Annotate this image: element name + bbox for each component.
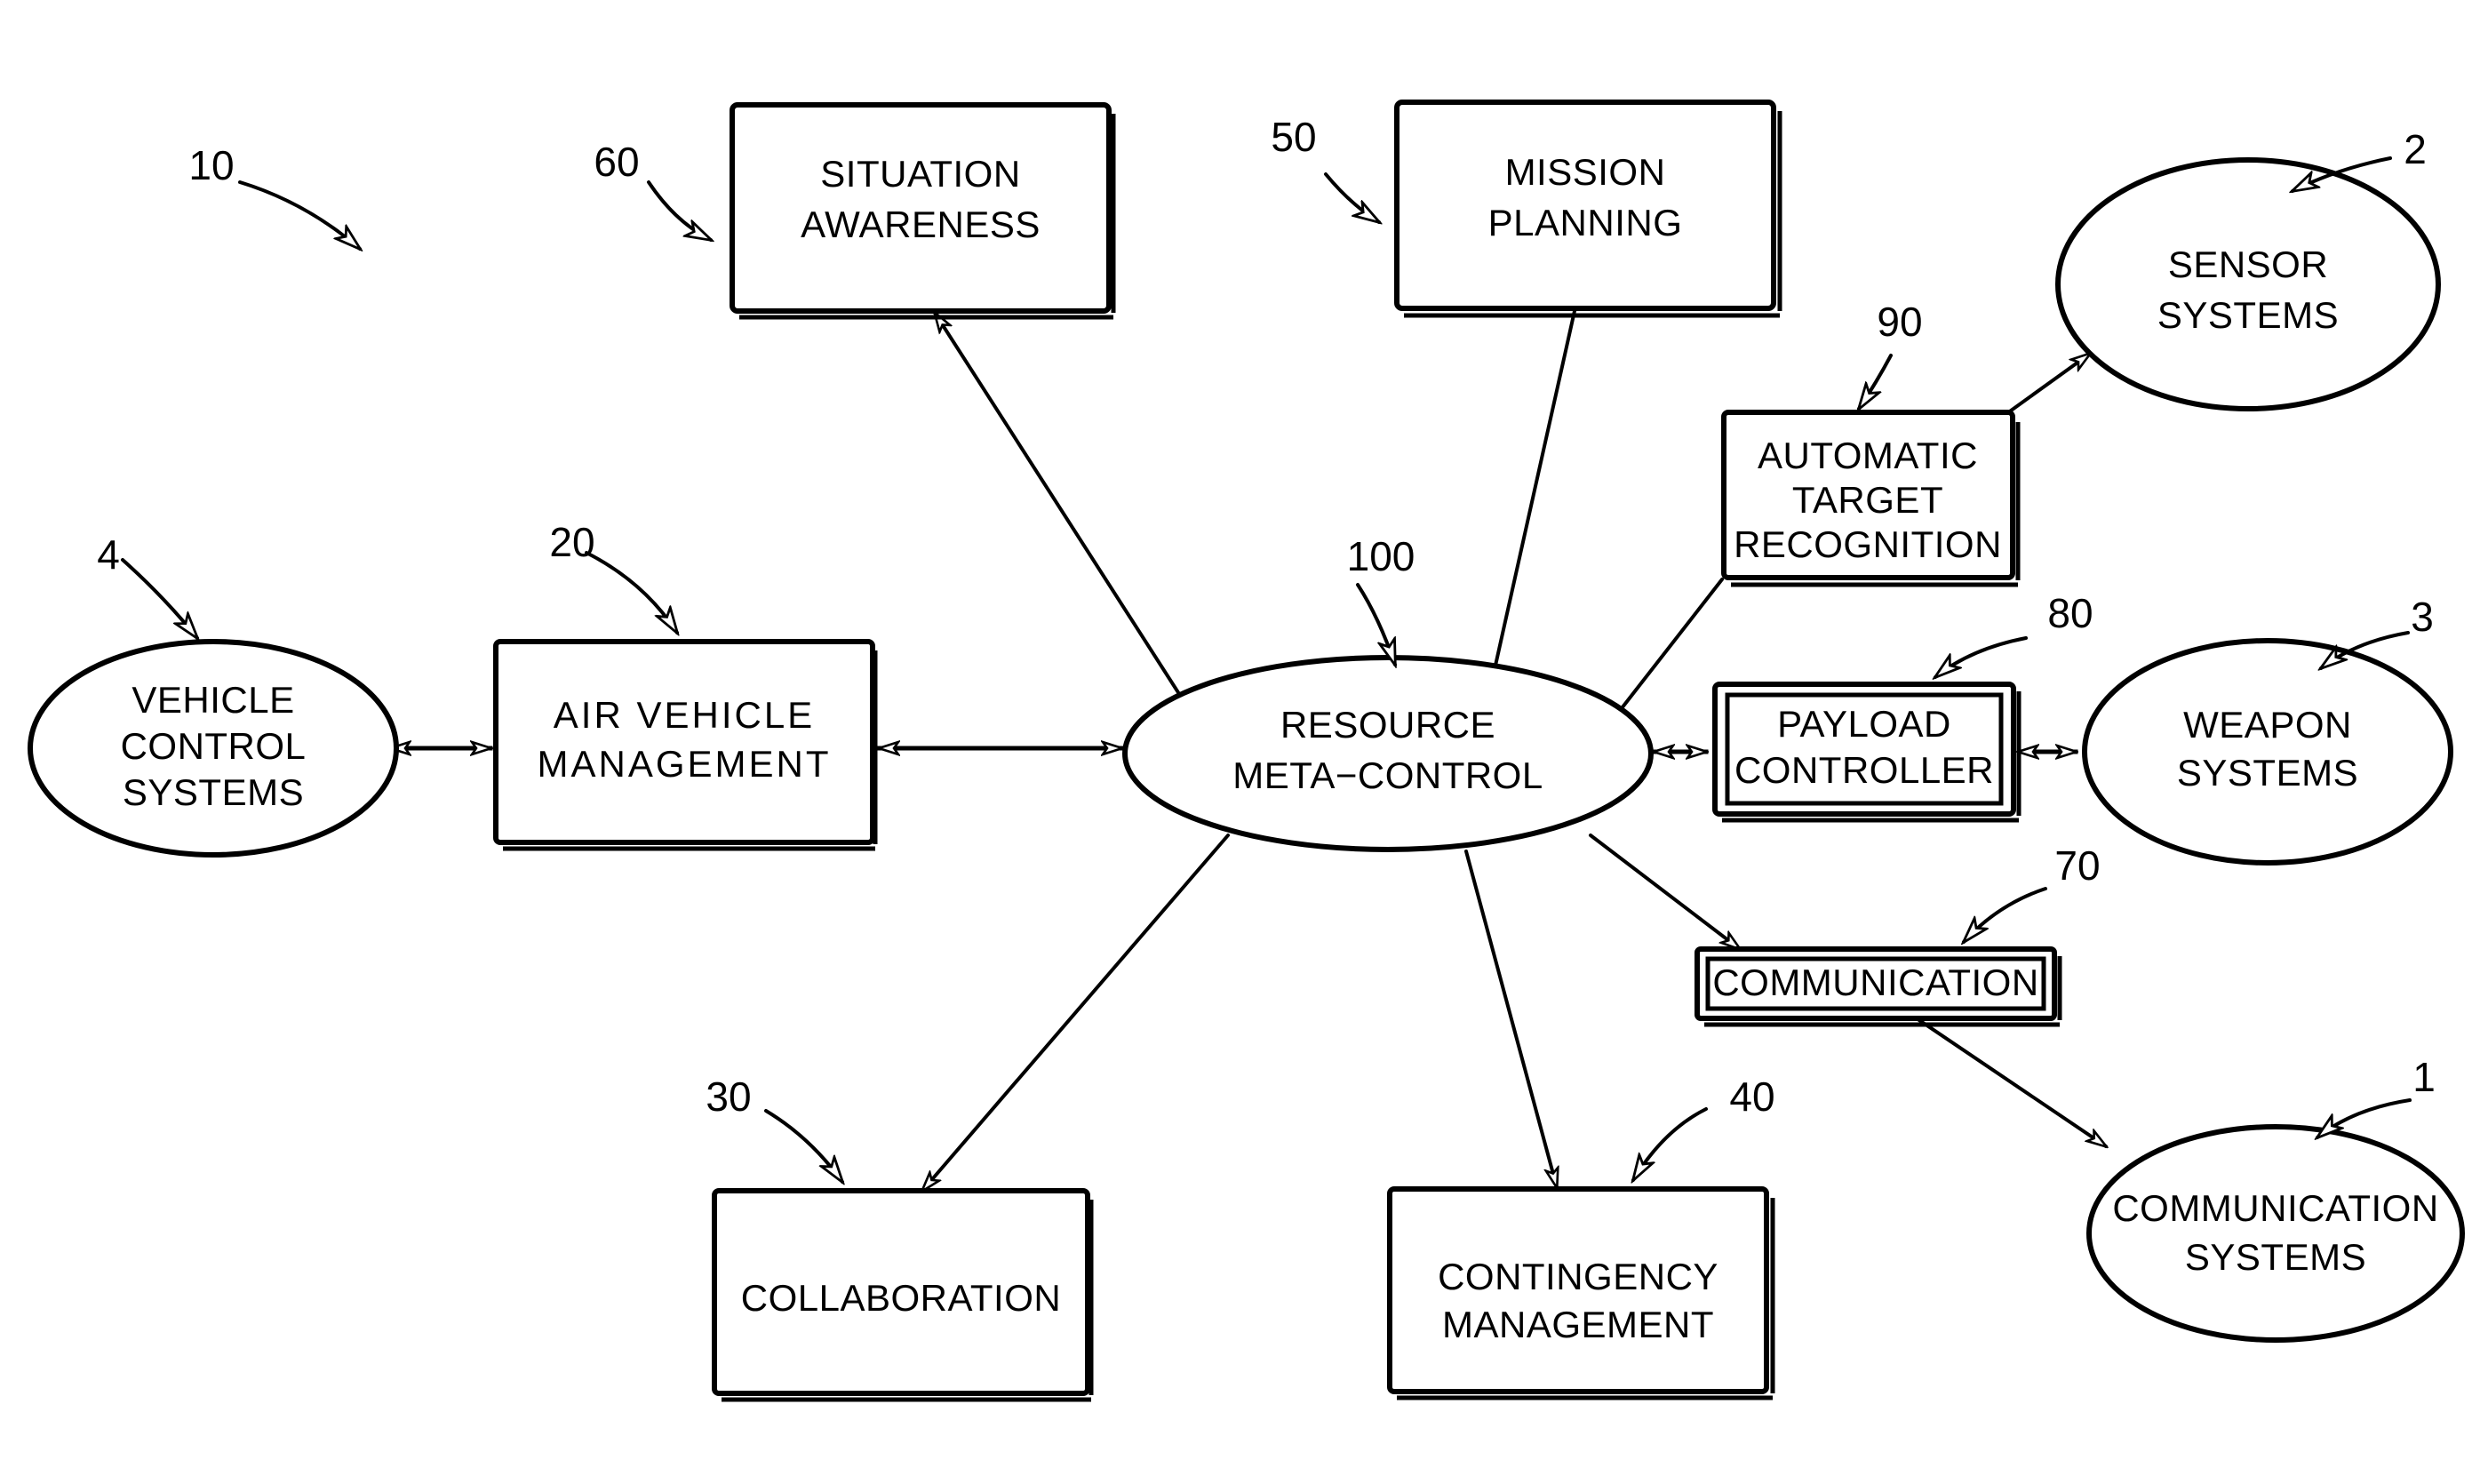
node-sensor-systems[interactable]: SENSOR SYSTEMS — [2055, 157, 2441, 411]
leader-40 — [1633, 1107, 1708, 1180]
node-situation-awareness[interactable]: SITUATION AWARENESS — [730, 102, 1116, 320]
ref-number-4: 4 — [97, 531, 120, 578]
atr-label-2: TARGET — [1792, 479, 1943, 521]
connector-communication-comm-systems — [1907, 1011, 2106, 1146]
node-communication[interactable]: COMMUNICATION — [1695, 946, 2062, 1027]
leader-20 — [585, 551, 677, 633]
atr-label-1: AUTOMATIC — [1758, 435, 1978, 476]
node-payload-controller[interactable]: PAYLOAD CONTROLLER — [1712, 682, 2021, 823]
ref-number-60: 60 — [594, 139, 639, 185]
vcs-label-2: CONTROL — [121, 725, 307, 767]
contingency-label-1: CONTINGENCY — [1438, 1256, 1718, 1297]
weapon-systems-label-1: WEAPON — [2183, 704, 2352, 746]
node-vehicle-control-systems[interactable]: VEHICLE CONTROL SYSTEMS — [28, 639, 399, 858]
situation-awareness-label-2: AWARENESS — [801, 203, 1041, 245]
ref-number-70: 70 — [2054, 842, 2100, 889]
node-communication-systems[interactable]: COMMUNICATION SYSTEMS — [2086, 1124, 2465, 1343]
node-contingency-management[interactable]: CONTINGENCY MANAGEMENT — [1387, 1186, 1775, 1400]
mission-planning-label-2: PLANNING — [1488, 202, 1683, 243]
communication-label: COMMUNICATION — [1712, 961, 2038, 1003]
contingency-label-2: MANAGEMENT — [1442, 1304, 1714, 1345]
sensor-systems-label-1: SENSOR — [2168, 243, 2328, 285]
node-collaboration[interactable]: COLLABORATION — [712, 1188, 1094, 1402]
mission-planning-label-1: MISSION — [1505, 151, 1666, 193]
ref-number-10: 10 — [188, 142, 234, 188]
connector-metacontrol-contingency — [1464, 850, 1557, 1187]
ref-number-50: 50 — [1271, 114, 1316, 160]
vcs-label-1: VEHICLE — [132, 679, 294, 721]
resource-meta-control-ellipse[interactable] — [1122, 655, 1654, 852]
diagram-svg: SITUATION AWARENESS MISSION PLANNING SEN… — [28, 100, 2465, 1402]
payload-controller-label-1: PAYLOAD — [1777, 703, 1951, 745]
patent-figure-canvas: SITUATION AWARENESS MISSION PLANNING SEN… — [0, 0, 2480, 1484]
connector-metacontrol-collaboration — [922, 834, 1230, 1191]
vcs-label-3: SYSTEMS — [123, 771, 304, 813]
payload-controller-label-2: CONTROLLER — [1734, 749, 1994, 791]
resource-meta-control-label-1: RESOURCE — [1280, 704, 1495, 746]
avm-label-2: MANAGEMENT — [537, 743, 831, 785]
avm-label-1: AIR VEHICLE — [554, 694, 815, 736]
ref-number-80: 80 — [2047, 590, 2093, 636]
atr-label-3: RECOGNITION — [1734, 523, 2002, 565]
ref-number-30: 30 — [706, 1073, 751, 1120]
leader-60 — [647, 180, 711, 240]
node-mission-planning[interactable]: MISSION PLANNING — [1394, 100, 1782, 318]
leader-100 — [1356, 583, 1397, 665]
ref-number-2: 2 — [2404, 126, 2427, 172]
node-automatic-target-recognition[interactable]: AUTOMATIC TARGET RECOGNITION — [1721, 410, 2021, 587]
sensor-systems-label-2: SYSTEMS — [2157, 294, 2339, 336]
leader-90 — [1859, 354, 1893, 409]
communication-systems-label-2: SYSTEMS — [2185, 1236, 2366, 1278]
ref-number-100: 100 — [1347, 533, 1415, 579]
collaboration-label: COLLABORATION — [741, 1277, 1061, 1319]
node-resource-meta-control[interactable]: RESOURCE META−CONTROL — [1122, 655, 1654, 852]
ref-number-40: 40 — [1729, 1073, 1774, 1120]
leader-30 — [764, 1109, 842, 1182]
ref-number-90: 90 — [1877, 299, 1922, 345]
node-weapon-systems[interactable]: WEAPON SYSTEMS — [2082, 638, 2453, 866]
weapon-systems-label-2: SYSTEMS — [2177, 752, 2358, 794]
leader-10 — [238, 180, 360, 249]
connector-mission-planning — [1486, 309, 1576, 709]
ref-number-3: 3 — [2411, 594, 2434, 640]
leader-4 — [121, 558, 197, 638]
ref-number-1: 1 — [2412, 1054, 2436, 1100]
situation-awareness-label-1: SITUATION — [820, 153, 1020, 195]
connector-metacontrol-communication — [1589, 834, 1740, 949]
ref-number-20: 20 — [549, 519, 594, 565]
connector-atr-sensor-systems — [1999, 354, 2090, 419]
resource-meta-control-label-2: META−CONTROL — [1232, 754, 1543, 796]
node-air-vehicle-management[interactable]: AIR VEHICLE MANAGEMENT — [493, 639, 878, 851]
leader-70 — [1964, 887, 2047, 942]
leader-50 — [1324, 172, 1379, 222]
leader-80 — [1935, 636, 2028, 677]
air-vehicle-management-box[interactable] — [493, 639, 875, 845]
communication-systems-label-1: COMMUNICATION — [2112, 1187, 2438, 1229]
communication-systems-ellipse[interactable] — [2086, 1124, 2465, 1343]
